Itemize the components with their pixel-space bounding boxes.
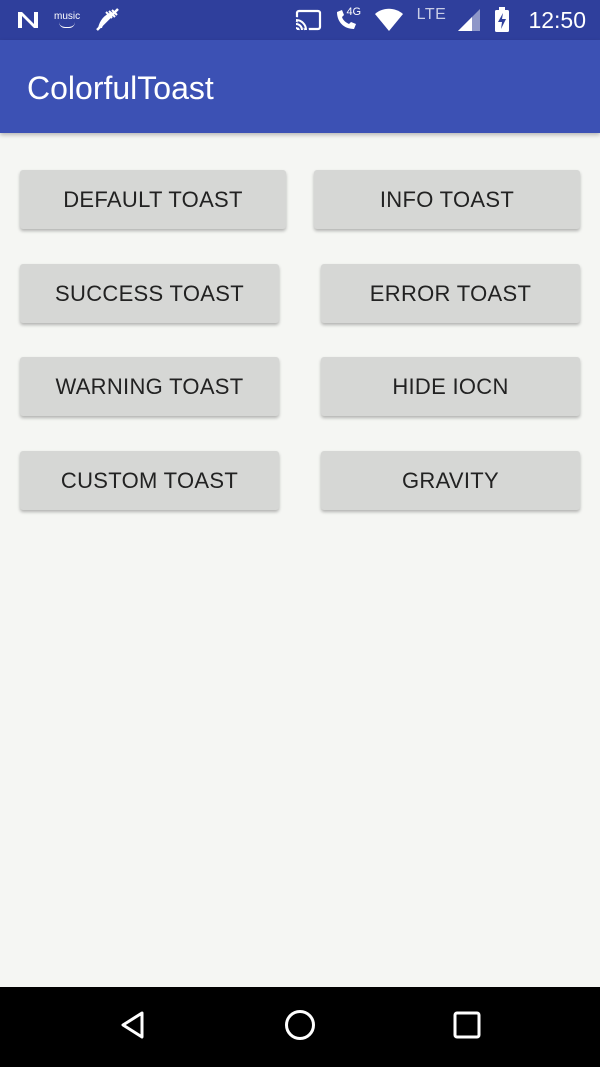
home-button[interactable] <box>280 1007 320 1047</box>
cast-icon <box>294 9 322 31</box>
music-label: music <box>54 11 81 22</box>
status-bar: music 4G LTE 12:50 <box>0 0 600 40</box>
default-toast-button[interactable]: DEFAULT TOAST <box>20 170 286 229</box>
app-bar: ColorfulToast <box>0 40 600 133</box>
recents-button[interactable] <box>447 1007 487 1047</box>
status-clock: 12:50 <box>528 6 586 33</box>
battery-charging-icon <box>494 7 510 33</box>
volte-call-icon: 4G <box>334 6 362 32</box>
status-bar-left: music <box>16 0 120 40</box>
warning-toast-button[interactable]: WARNING TOAST <box>20 357 279 416</box>
wifi-icon <box>374 8 404 32</box>
success-toast-button[interactable]: SUCCESS TOAST <box>20 264 279 323</box>
hide-icon-button[interactable]: HIDE IOCN <box>321 357 580 416</box>
recents-icon <box>452 1010 482 1045</box>
volte-label: 4G <box>346 6 362 18</box>
back-icon <box>117 1009 149 1046</box>
status-bar-right: 4G LTE 12:50 <box>294 0 586 40</box>
error-toast-button[interactable]: ERROR TOAST <box>321 264 580 323</box>
custom-toast-button[interactable]: CUSTOM TOAST <box>20 451 279 510</box>
back-button[interactable] <box>113 1007 153 1047</box>
navigation-bar <box>0 987 600 1067</box>
lte-indicator: LTE <box>416 6 446 24</box>
app-title: ColorfulToast <box>27 70 214 106</box>
n-notification-icon <box>16 10 40 30</box>
home-icon <box>283 1008 317 1047</box>
cell-signal-icon <box>458 8 482 32</box>
no-wifi-call-icon <box>94 8 120 32</box>
info-toast-button[interactable]: INFO TOAST <box>314 170 580 229</box>
amazon-music-icon: music <box>54 12 80 28</box>
gravity-button[interactable]: GRAVITY <box>321 451 580 510</box>
